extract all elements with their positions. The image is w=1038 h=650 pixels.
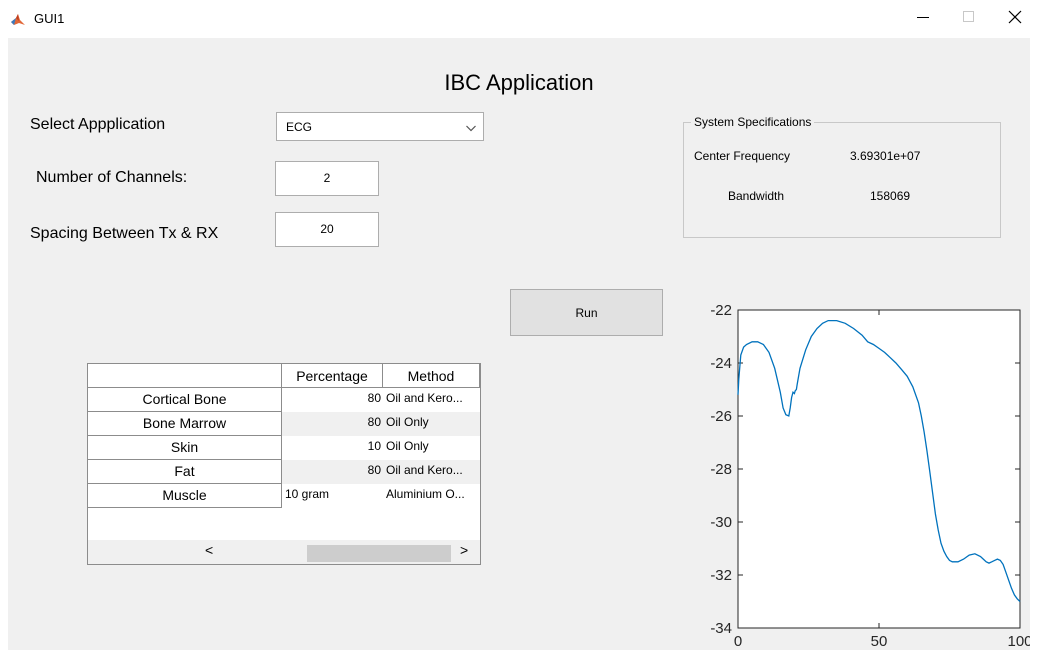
x-tick-label: 0 bbox=[734, 633, 742, 650]
table-corner-header bbox=[88, 364, 282, 388]
maximize-icon bbox=[963, 10, 975, 28]
close-icon bbox=[1008, 10, 1022, 29]
run-button[interactable]: Run bbox=[510, 289, 663, 336]
table-cell-percentage[interactable]: 10 gram bbox=[282, 484, 383, 508]
chevron-down-icon bbox=[465, 121, 477, 133]
table-cell-percentage[interactable]: 80 bbox=[282, 412, 383, 436]
row-header: Bone Marrow bbox=[88, 412, 282, 436]
table-cell-method[interactable]: Oil and Kero... bbox=[383, 388, 480, 412]
row-header: Fat bbox=[88, 460, 282, 484]
scroll-left-icon[interactable]: < bbox=[205, 542, 213, 558]
table-cell-method[interactable]: Oil Only bbox=[383, 412, 480, 436]
table-horizontal-scrollbar[interactable]: < > bbox=[88, 540, 480, 564]
column-header-method[interactable]: Method bbox=[383, 364, 480, 388]
system-specifications-title: System Specifications bbox=[691, 115, 815, 129]
channels-label: Number of Channels: bbox=[36, 169, 188, 186]
x-tick-label: 50 bbox=[871, 633, 888, 650]
table-cell-method[interactable]: Oil Only bbox=[383, 436, 480, 460]
row-header: Muscle bbox=[88, 484, 282, 508]
y-tick-label: -26 bbox=[710, 408, 732, 425]
bandwidth-label: Bandwidth bbox=[728, 189, 785, 203]
application-select[interactable]: ECG bbox=[276, 112, 484, 141]
tissue-table[interactable]: Percentage Method Cortical Bone 80 Oil a… bbox=[87, 363, 481, 565]
frequency-response-plot: -22 -24 -26 -28 -30 -32 -340 50 100 bbox=[710, 302, 1030, 650]
y-tick-label: -34 bbox=[710, 620, 732, 637]
scrollbar-thumb[interactable] bbox=[307, 545, 451, 562]
table-cell-percentage[interactable]: 80 bbox=[282, 460, 383, 484]
table-cell-percentage[interactable]: 80 bbox=[282, 388, 383, 412]
window-title: GUI1 bbox=[34, 11, 65, 26]
window-titlebar: GUI1 bbox=[0, 0, 1038, 38]
row-header: Skin bbox=[88, 436, 282, 460]
column-header-percentage[interactable]: Percentage bbox=[282, 364, 383, 388]
spacing-label: Spacing Between Tx & RX bbox=[30, 225, 219, 242]
minimize-icon bbox=[917, 10, 929, 28]
y-tick-label: -28 bbox=[710, 461, 732, 478]
close-button[interactable] bbox=[992, 0, 1038, 38]
app-title: IBC Application bbox=[444, 70, 594, 95]
plot-area bbox=[737, 309, 1021, 629]
application-select-value: ECG bbox=[286, 120, 313, 134]
matlab-icon bbox=[10, 12, 26, 28]
table-cell-percentage[interactable]: 10 bbox=[282, 436, 383, 460]
table-cell-method[interactable]: Aluminium O... bbox=[383, 484, 480, 508]
bandwidth-value: 158069 bbox=[870, 189, 911, 203]
x-tick-label: 100 bbox=[1007, 633, 1030, 650]
system-specifications-panel bbox=[683, 122, 1001, 238]
figure-client-area: IBC Application Select Appplication ECG … bbox=[8, 38, 1030, 650]
row-header: Cortical Bone bbox=[88, 388, 282, 412]
maximize-button[interactable] bbox=[946, 0, 992, 38]
y-tick-label: -30 bbox=[710, 514, 732, 531]
channels-input[interactable]: 2 bbox=[275, 161, 379, 196]
center-frequency-value: 3.69301e+07 bbox=[850, 149, 921, 163]
y-tick-label: -22 bbox=[710, 302, 732, 319]
y-tick-label: -24 bbox=[710, 355, 732, 372]
scroll-right-icon[interactable]: > bbox=[460, 542, 468, 558]
y-tick-label: -32 bbox=[710, 567, 732, 584]
select-application-label: Select Appplication bbox=[30, 116, 166, 133]
center-frequency-label: Center Frequency bbox=[694, 149, 791, 163]
table-cell-method[interactable]: Oil and Kero... bbox=[383, 460, 480, 484]
spacing-input[interactable]: 20 bbox=[275, 212, 379, 247]
minimize-button[interactable] bbox=[900, 0, 946, 38]
